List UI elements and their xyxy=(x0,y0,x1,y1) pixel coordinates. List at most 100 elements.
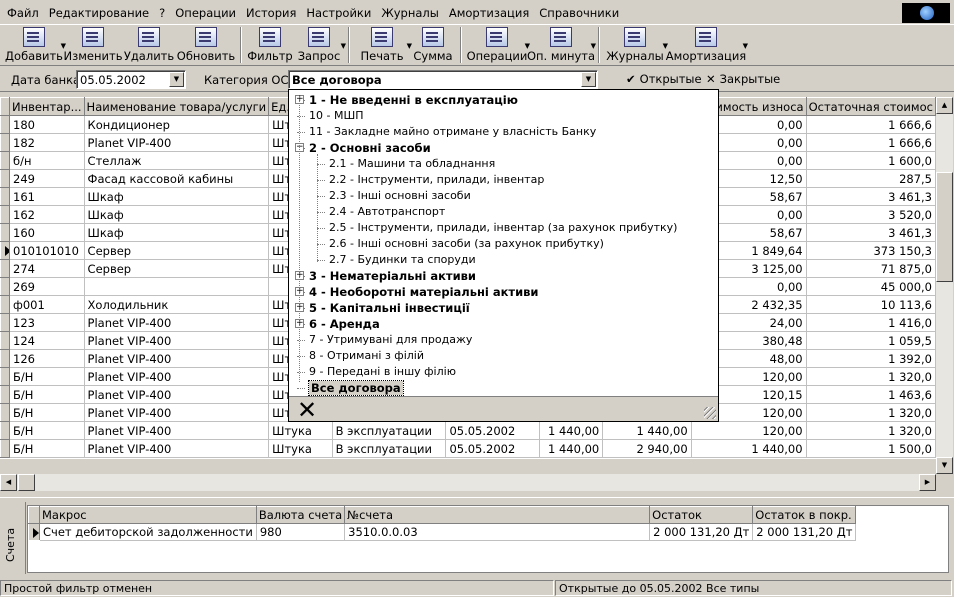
column-header[interactable]: Наименование товара/услуги xyxy=(83,97,270,116)
toolbar-button[interactable]: Амортизация ▼ xyxy=(666,25,748,65)
table-cell[interactable]: Шкаф xyxy=(84,223,270,242)
table-cell[interactable]: Сервер xyxy=(84,259,270,278)
resize-grip-icon[interactable] xyxy=(704,407,716,419)
tree-node[interactable]: 11 - Закладне майно отримане у власність… xyxy=(309,124,596,140)
table-cell[interactable]: 124 xyxy=(9,331,85,350)
table-cell[interactable]: 249 xyxy=(9,169,85,188)
tree-node[interactable]: 10 - МШП xyxy=(309,108,363,124)
tree-node[interactable]: 2.3 - Інші основні засоби xyxy=(329,188,471,204)
toolbar-button[interactable]: Оп. минута ▼ xyxy=(527,25,596,65)
tree-node[interactable]: 2 - Основні засоби xyxy=(309,140,431,156)
table-cell[interactable]: Б/Н xyxy=(9,439,85,458)
tree-node[interactable]: 2.6 - Інші основні засоби (за рахунок пр… xyxy=(329,236,604,252)
menu-item[interactable]: Редактирование xyxy=(44,6,154,20)
table-cell[interactable]: Сервер xyxy=(84,241,270,260)
table-cell[interactable]: Planet VIP-400 xyxy=(84,349,270,368)
menu-item[interactable]: Операции xyxy=(170,6,241,20)
toolbar-button[interactable]: Запрос ▼ xyxy=(294,25,346,65)
table-cell[interactable]: 126 xyxy=(9,349,85,368)
table-cell[interactable]: 1 440,00 xyxy=(539,439,604,458)
tree-node[interactable]: Все договора xyxy=(308,380,404,396)
column-header[interactable]: Остаток xyxy=(649,506,754,524)
open-toggle[interactable]: ✔ Открытые xyxy=(626,72,702,86)
table-cell[interactable]: 182 xyxy=(9,133,85,152)
table-cell[interactable]: 1 600,0 xyxy=(806,151,936,170)
close-icon[interactable]: ✕ xyxy=(297,398,317,422)
table-cell[interactable]: 1 440,00 xyxy=(691,439,807,458)
tree-node[interactable]: 7 - Утримувані для продажу xyxy=(309,332,472,348)
table-cell[interactable]: 373 150,3 xyxy=(806,241,936,260)
table-cell[interactable]: 1 463,6 xyxy=(806,385,936,404)
table-cell[interactable]: Planet VIP-400 xyxy=(84,313,270,332)
toolbar-button[interactable]: Фильтр xyxy=(246,25,294,65)
table-cell[interactable]: В эксплуатации xyxy=(332,439,447,458)
tree-node[interactable]: 5 - Капітальні інвестиції xyxy=(309,300,470,316)
accounts-tab[interactable]: Счета xyxy=(0,502,26,574)
scroll-thumb[interactable] xyxy=(936,172,953,282)
chevron-down-icon[interactable]: ▼ xyxy=(169,72,184,87)
table-cell[interactable]: 1 392,0 xyxy=(806,349,936,368)
tree-node[interactable]: 2.2 - Інструменти, прилади, інвентар xyxy=(329,172,544,188)
tree-node[interactable]: 3 - Нематеріальні активи xyxy=(309,268,476,284)
tree-node[interactable]: 8 - Отримані з філій xyxy=(309,348,424,364)
table-cell[interactable]: 180 xyxy=(9,115,85,134)
table-cell[interactable]: 161 xyxy=(9,187,85,206)
table-cell[interactable]: Б/Н xyxy=(9,367,85,386)
table-cell[interactable]: 2 940,00 xyxy=(602,439,692,458)
table-cell[interactable]: Б/Н xyxy=(9,403,85,422)
table-cell[interactable]: 1 440,00 xyxy=(602,421,692,440)
table-cell[interactable]: Холодильник xyxy=(84,295,270,314)
toolbar-button[interactable]: Добавить ▼ xyxy=(4,25,66,65)
closed-toggle[interactable]: ✕ Закрытые xyxy=(706,72,780,86)
chevron-down-icon[interactable]: ▼ xyxy=(591,42,596,50)
table-cell[interactable]: 1 320,0 xyxy=(806,367,936,386)
table-cell[interactable]: 2 000 131,20 Дт xyxy=(752,523,857,541)
table-cell[interactable]: 1 666,6 xyxy=(806,115,936,134)
toolbar-button[interactable]: Изменить xyxy=(64,25,122,65)
table-cell[interactable]: Счет дебиторской задолженности xyxy=(39,523,257,541)
table-cell[interactable]: Штука xyxy=(268,439,333,458)
table-cell[interactable]: 3 461,3 xyxy=(806,187,936,206)
table-cell[interactable]: 1 320,0 xyxy=(806,403,936,422)
table-cell[interactable] xyxy=(84,277,270,296)
bank-date-combo[interactable]: 05.05.2002 ▼ xyxy=(76,70,186,89)
table-cell[interactable]: Стеллаж xyxy=(84,151,270,170)
table-cell[interactable]: 05.05.2002 xyxy=(445,439,541,458)
table-cell[interactable]: 3 461,3 xyxy=(806,223,936,242)
table-cell[interactable]: 269 xyxy=(9,277,85,296)
column-header[interactable]: Остаточная стоимос xyxy=(805,97,936,116)
table-cell[interactable]: 010101010 xyxy=(9,241,85,260)
tree-node[interactable]: 2.7 - Будинки та споруди xyxy=(329,252,476,268)
menu-item[interactable]: ? xyxy=(154,6,170,20)
table-cell[interactable]: Planet VIP-400 xyxy=(84,439,270,458)
table-cell[interactable]: Planet VIP-400 xyxy=(84,385,270,404)
scroll-right-icon[interactable]: ▶ xyxy=(919,474,936,491)
scroll-down-icon[interactable]: ▼ xyxy=(936,457,953,474)
table-cell[interactable]: Кондиционер xyxy=(84,115,270,134)
toolbar-button[interactable]: Операции ▼ xyxy=(466,25,530,65)
table-cell[interactable]: Planet VIP-400 xyxy=(84,421,270,440)
table-row[interactable]: Счет дебиторской задолженности 980 3510.0.… xyxy=(28,523,857,541)
grid-vertical-scrollbar[interactable]: ▲ ▼ xyxy=(936,97,953,474)
scroll-left-icon[interactable]: ◀ xyxy=(0,474,17,491)
column-header[interactable]: №счета xyxy=(344,506,651,524)
tree-node[interactable]: 1 - Не введенні в експлуатацію xyxy=(309,92,518,108)
table-cell[interactable]: Шкаф xyxy=(84,187,270,206)
table-cell[interactable]: 1 500,0 xyxy=(806,439,936,458)
scroll-thumb[interactable] xyxy=(18,474,35,491)
tree-node[interactable]: 2.1 - Машини та обладнання xyxy=(329,156,495,172)
table-cell[interactable]: 05.05.2002 xyxy=(445,421,541,440)
table-cell[interactable]: 162 xyxy=(9,205,85,224)
table-row[interactable]: Б/Н Planet VIP-400 Штука В эксплуатации 05.… xyxy=(0,439,936,458)
table-cell[interactable]: 980 xyxy=(256,523,346,541)
chevron-down-icon[interactable]: ▼ xyxy=(581,72,596,87)
table-cell[interactable]: 10 113,6 xyxy=(806,295,936,314)
table-cell[interactable]: 287,5 xyxy=(806,169,936,188)
table-cell[interactable]: 120,00 xyxy=(691,421,807,440)
table-cell[interactable]: 1 416,0 xyxy=(806,313,936,332)
table-cell[interactable]: 274 xyxy=(9,259,85,278)
grid-horizontal-scrollbar[interactable]: ◀ ▶ xyxy=(0,474,936,491)
table-cell[interactable]: ф001 xyxy=(9,295,85,314)
column-header[interactable]: Макрос xyxy=(39,506,257,524)
toolbar-button[interactable]: Журналы ▼ xyxy=(604,25,668,65)
